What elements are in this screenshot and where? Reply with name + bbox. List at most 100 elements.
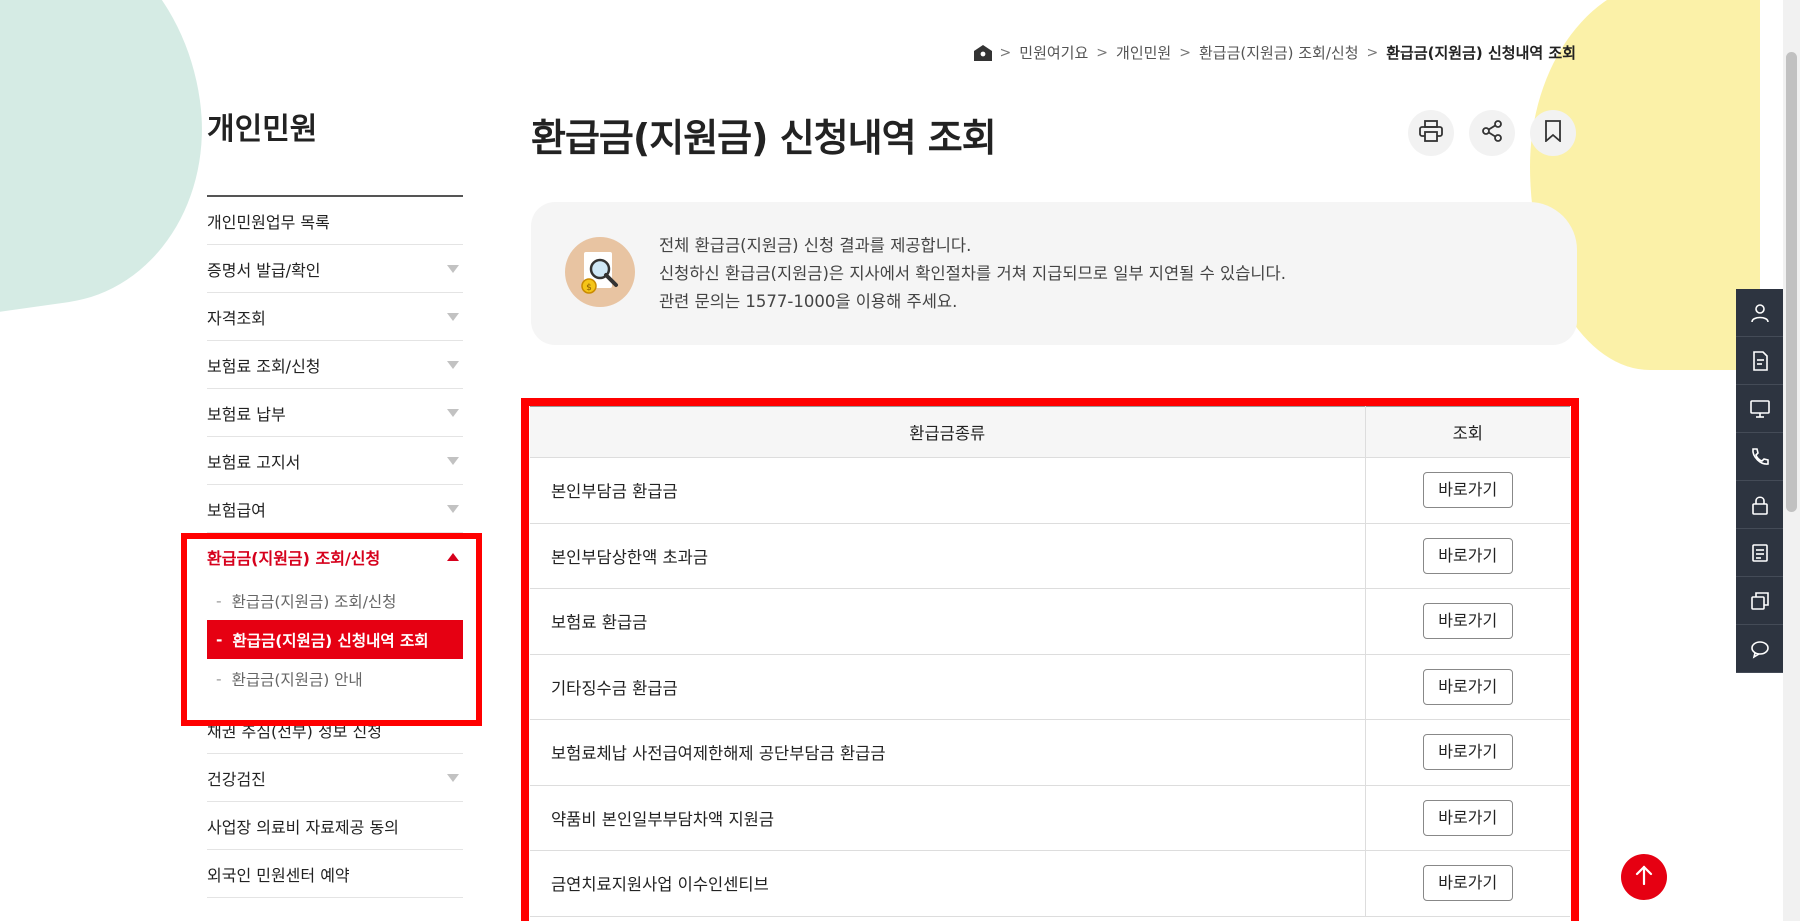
sidebar-item-certificate[interactable]: 증명서 발급/확인 <box>207 245 463 293</box>
go-button[interactable]: 바로가기 <box>1422 734 1513 771</box>
share-button[interactable] <box>1469 110 1515 156</box>
sidebar-item-benefits[interactable]: 보험급여 <box>207 485 463 533</box>
sidebar-item-medical-data-consent[interactable]: 사업장 의료비 자료제공 동의 <box>207 802 463 850</box>
quick-menu <box>1736 289 1783 673</box>
refund-type-cell: 기타징수금 환급금 <box>530 654 1366 720</box>
submenu-item-refund-history[interactable]: - 환급금(지원금) 신청내역 조회 <box>207 620 463 659</box>
table-row: 본인부담금 환급금 바로가기 <box>530 457 1570 524</box>
refund-type-cell: 금연치료지원사업 이수인센티브 <box>530 850 1366 917</box>
table-row: 기타징수금 환급금 바로가기 <box>530 654 1570 720</box>
go-button[interactable]: 바로가기 <box>1422 603 1513 640</box>
table-header-row: 환급금종류 조회 <box>530 406 1570 458</box>
quick-menu-list[interactable] <box>1736 529 1783 577</box>
sidebar-item-label: 개인민원업무 목록 <box>207 212 330 232</box>
sidebar-item-label: 사업장 의료비 자료제공 동의 <box>207 817 399 837</box>
go-button[interactable]: 바로가기 <box>1422 668 1513 705</box>
arrow-up-icon <box>1635 865 1653 889</box>
print-button[interactable] <box>1408 110 1454 156</box>
breadcrumb-item[interactable]: 환급금(지원금) 조회/신청 <box>1199 42 1359 63</box>
scrollbar-thumb[interactable] <box>1786 52 1797 512</box>
action-cell: 바로가기 <box>1365 654 1570 720</box>
info-line: 전체 환급금(지원금) 신청 결과를 제공합니다. <box>659 236 972 255</box>
quick-menu-person[interactable] <box>1736 289 1783 337</box>
breadcrumb: > 민원여기요 > 개인민원 > 환급금(지원금) 조회/신청 > 환급금(지원… <box>973 42 1576 63</box>
go-button[interactable]: 바로가기 <box>1422 472 1513 509</box>
table-row: 보험료체납 사전급여제한해제 공단부담금 환급금 바로가기 <box>530 719 1570 786</box>
column-header-inquiry: 조회 <box>1365 406 1570 458</box>
document-touch-icon <box>1750 350 1770 371</box>
document-search-icon: $ <box>565 237 635 307</box>
table-row: 금연치료지원사업 이수인센티브 바로가기 <box>530 850 1570 917</box>
sidebar-item-premium-bill[interactable]: 보험료 고지서 <box>207 437 463 485</box>
action-cell: 바로가기 <box>1365 850 1570 917</box>
action-cell: 바로가기 <box>1365 588 1570 655</box>
chevron-right-icon: > <box>1096 44 1109 61</box>
refund-table-wrapper: 환급금종류 조회 본인부담금 환급금 바로가기 본인부담상한액 초과금 바로가기 보… <box>530 406 1570 917</box>
quick-menu-phone[interactable] <box>1736 433 1783 481</box>
action-cell: 바로가기 <box>1365 457 1570 524</box>
action-cell: 바로가기 <box>1365 523 1570 589</box>
list-icon <box>1750 543 1770 563</box>
refund-type-cell: 본인부담상한액 초과금 <box>530 523 1366 589</box>
home-icon[interactable] <box>973 44 992 61</box>
go-button[interactable]: 바로가기 <box>1422 865 1513 902</box>
refund-type-cell: 약품비 본인일부부담차액 지원금 <box>530 785 1366 851</box>
sidebar-item-label: 보험료 고지서 <box>207 452 301 472</box>
breadcrumb-current: 환급금(지원금) 신청내역 조회 <box>1386 44 1576 62</box>
sidebar-item-label: 건강검진 <box>207 769 266 789</box>
info-text: 전체 환급금(지원금) 신청 결과를 제공합니다. 신청하신 환급금(지원금)은… <box>659 232 1286 316</box>
go-button[interactable]: 바로가기 <box>1422 537 1513 574</box>
chevron-up-icon <box>447 553 459 561</box>
sidebar-item-label: 보험료 납부 <box>207 404 286 424</box>
sidebar-item-premium-inquiry[interactable]: 보험료 조회/신청 <box>207 341 463 389</box>
sidebar-item-refund[interactable]: 환급금(지원금) 조회/신청 <box>207 533 463 581</box>
submenu-item-label: 환급금(지원금) 조회/신청 <box>231 592 397 611</box>
sidebar-item-premium-payment[interactable]: 보험료 납부 <box>207 389 463 437</box>
go-button[interactable]: 바로가기 <box>1422 799 1513 836</box>
quick-menu-lock[interactable] <box>1736 481 1783 529</box>
quick-menu-chat[interactable] <box>1736 625 1783 673</box>
submenu-item-label: 환급금(지원금) 안내 <box>231 670 363 689</box>
table-row: 보험료 환급금 바로가기 <box>530 588 1570 655</box>
quick-menu-document[interactable] <box>1736 337 1783 385</box>
chevron-down-icon <box>447 264 459 273</box>
table-row: 약품비 본인일부부담차액 지원금 바로가기 <box>530 785 1570 851</box>
sidebar-item-list[interactable]: 개인민원업무 목록 <box>207 197 463 245</box>
sidebar-item-debt-collection[interactable]: 채권 추심(전부) 정보 신청 <box>207 706 463 754</box>
sidebar-item-foreigner-reservation[interactable]: 외국인 민원센터 예약 <box>207 850 463 898</box>
submenu-item-refund-guide[interactable]: - 환급금(지원금) 안내 <box>207 659 463 698</box>
print-icon <box>1419 120 1443 146</box>
sidebar-item-health-checkup[interactable]: 건강검진 <box>207 754 463 802</box>
action-cell: 바로가기 <box>1365 785 1570 851</box>
sidebar-item-eligibility[interactable]: 자격조회 <box>207 293 463 341</box>
sidebar-item-label: 외국인 민원센터 예약 <box>207 865 350 885</box>
sidebar-submenu: - 환급금(지원금) 조회/신청 - 환급금(지원금) 신청내역 조회 - 환급금(지… <box>207 581 463 706</box>
chevron-right-icon: > <box>999 44 1012 61</box>
bookmark-button[interactable] <box>1530 110 1576 156</box>
table-row: 본인부담상한액 초과금 바로가기 <box>530 523 1570 589</box>
lock-icon <box>1750 495 1770 515</box>
quick-menu-copy[interactable] <box>1736 577 1783 625</box>
action-cell: 바로가기 <box>1365 719 1570 786</box>
submenu-item-refund-inquiry[interactable]: - 환급금(지원금) 조회/신청 <box>207 581 463 620</box>
scroll-top-button[interactable] <box>1621 854 1667 900</box>
column-header-type: 환급금종류 <box>530 406 1366 458</box>
chevron-down-icon <box>447 773 459 782</box>
copy-icon <box>1750 591 1770 611</box>
breadcrumb-item[interactable]: 민원여기요 <box>1019 42 1088 63</box>
person-icon <box>1750 303 1770 323</box>
page-scrollbar[interactable] <box>1783 0 1800 921</box>
breadcrumb-item[interactable]: 개인민원 <box>1116 42 1171 63</box>
chevron-down-icon <box>447 408 459 417</box>
share-icon <box>1481 120 1503 146</box>
chevron-right-icon: > <box>1179 44 1191 61</box>
monitor-icon <box>1749 399 1770 419</box>
svg-text:$: $ <box>586 283 592 293</box>
quick-menu-monitor[interactable] <box>1736 385 1783 433</box>
dash: - <box>216 669 222 688</box>
chevron-down-icon <box>447 504 459 513</box>
page-title: 환급금(지원금) 신청내역 조회 <box>531 116 997 160</box>
chevron-down-icon <box>447 312 459 321</box>
sidebar-title: 개인민원 <box>207 112 318 147</box>
chevron-down-icon <box>447 360 459 369</box>
